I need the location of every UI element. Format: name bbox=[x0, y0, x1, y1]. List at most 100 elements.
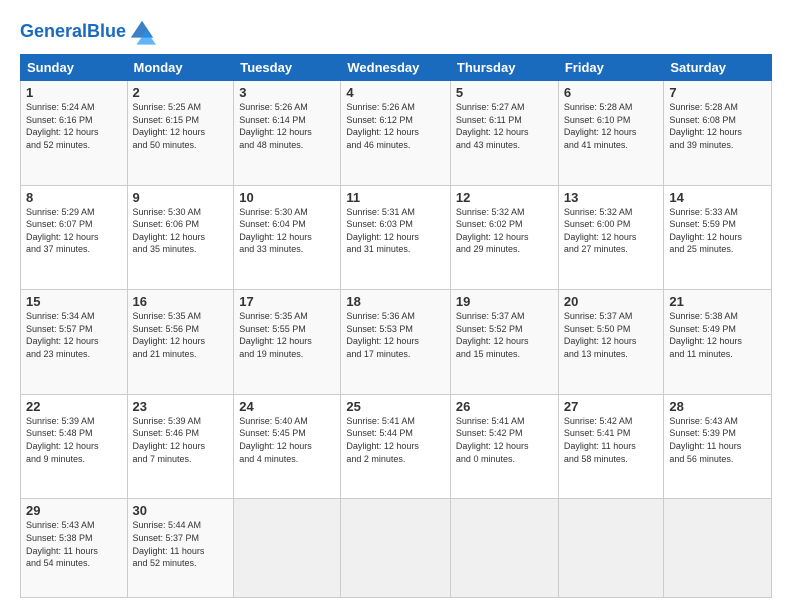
day-number: 26 bbox=[456, 399, 553, 414]
day-number: 14 bbox=[669, 190, 766, 205]
table-row: 2Sunrise: 5:25 AMSunset: 6:15 PMDaylight… bbox=[127, 81, 234, 186]
day-info: Sunrise: 5:36 AMSunset: 5:53 PMDaylight:… bbox=[346, 310, 445, 360]
day-info: Sunrise: 5:35 AMSunset: 5:55 PMDaylight:… bbox=[239, 310, 335, 360]
col-tuesday: Tuesday bbox=[234, 55, 341, 81]
day-number: 2 bbox=[133, 85, 229, 100]
day-number: 10 bbox=[239, 190, 335, 205]
day-info: Sunrise: 5:33 AMSunset: 5:59 PMDaylight:… bbox=[669, 206, 766, 256]
day-info: Sunrise: 5:32 AMSunset: 6:02 PMDaylight:… bbox=[456, 206, 553, 256]
day-info: Sunrise: 5:41 AMSunset: 5:42 PMDaylight:… bbox=[456, 415, 553, 465]
day-info: Sunrise: 5:41 AMSunset: 5:44 PMDaylight:… bbox=[346, 415, 445, 465]
logo-icon bbox=[128, 18, 156, 46]
calendar: Sunday Monday Tuesday Wednesday Thursday… bbox=[20, 54, 772, 598]
table-row bbox=[664, 499, 772, 598]
day-info: Sunrise: 5:40 AMSunset: 5:45 PMDaylight:… bbox=[239, 415, 335, 465]
calendar-week-1: 1Sunrise: 5:24 AMSunset: 6:16 PMDaylight… bbox=[21, 81, 772, 186]
table-row: 30Sunrise: 5:44 AMSunset: 5:37 PMDayligh… bbox=[127, 499, 234, 598]
calendar-table: Sunday Monday Tuesday Wednesday Thursday… bbox=[20, 54, 772, 598]
day-number: 7 bbox=[669, 85, 766, 100]
day-number: 27 bbox=[564, 399, 659, 414]
day-number: 15 bbox=[26, 294, 122, 309]
day-number: 9 bbox=[133, 190, 229, 205]
day-number: 20 bbox=[564, 294, 659, 309]
day-info: Sunrise: 5:35 AMSunset: 5:56 PMDaylight:… bbox=[133, 310, 229, 360]
table-row: 22Sunrise: 5:39 AMSunset: 5:48 PMDayligh… bbox=[21, 394, 128, 499]
day-info: Sunrise: 5:29 AMSunset: 6:07 PMDaylight:… bbox=[26, 206, 122, 256]
col-sunday: Sunday bbox=[21, 55, 128, 81]
day-info: Sunrise: 5:43 AMSunset: 5:39 PMDaylight:… bbox=[669, 415, 766, 465]
day-number: 6 bbox=[564, 85, 659, 100]
day-number: 22 bbox=[26, 399, 122, 414]
day-number: 1 bbox=[26, 85, 122, 100]
day-info: Sunrise: 5:30 AMSunset: 6:04 PMDaylight:… bbox=[239, 206, 335, 256]
day-info: Sunrise: 5:39 AMSunset: 5:46 PMDaylight:… bbox=[133, 415, 229, 465]
table-row: 27Sunrise: 5:42 AMSunset: 5:41 PMDayligh… bbox=[558, 394, 664, 499]
day-info: Sunrise: 5:37 AMSunset: 5:52 PMDaylight:… bbox=[456, 310, 553, 360]
day-number: 12 bbox=[456, 190, 553, 205]
col-friday: Friday bbox=[558, 55, 664, 81]
day-number: 28 bbox=[669, 399, 766, 414]
day-info: Sunrise: 5:26 AMSunset: 6:12 PMDaylight:… bbox=[346, 101, 445, 151]
calendar-week-2: 8Sunrise: 5:29 AMSunset: 6:07 PMDaylight… bbox=[21, 185, 772, 290]
table-row: 4Sunrise: 5:26 AMSunset: 6:12 PMDaylight… bbox=[341, 81, 451, 186]
table-row: 14Sunrise: 5:33 AMSunset: 5:59 PMDayligh… bbox=[664, 185, 772, 290]
day-number: 29 bbox=[26, 503, 122, 518]
day-info: Sunrise: 5:30 AMSunset: 6:06 PMDaylight:… bbox=[133, 206, 229, 256]
col-thursday: Thursday bbox=[450, 55, 558, 81]
day-info: Sunrise: 5:43 AMSunset: 5:38 PMDaylight:… bbox=[26, 519, 122, 569]
day-info: Sunrise: 5:44 AMSunset: 5:37 PMDaylight:… bbox=[133, 519, 229, 569]
table-row: 8Sunrise: 5:29 AMSunset: 6:07 PMDaylight… bbox=[21, 185, 128, 290]
day-number: 25 bbox=[346, 399, 445, 414]
table-row: 17Sunrise: 5:35 AMSunset: 5:55 PMDayligh… bbox=[234, 290, 341, 395]
logo-text: GeneralBlue bbox=[20, 22, 126, 42]
day-info: Sunrise: 5:38 AMSunset: 5:49 PMDaylight:… bbox=[669, 310, 766, 360]
table-row bbox=[341, 499, 451, 598]
table-row: 18Sunrise: 5:36 AMSunset: 5:53 PMDayligh… bbox=[341, 290, 451, 395]
page: GeneralBlue Sunday Monday Tuesday bbox=[0, 0, 792, 612]
table-row: 28Sunrise: 5:43 AMSunset: 5:39 PMDayligh… bbox=[664, 394, 772, 499]
day-number: 19 bbox=[456, 294, 553, 309]
day-number: 21 bbox=[669, 294, 766, 309]
table-row: 1Sunrise: 5:24 AMSunset: 6:16 PMDaylight… bbox=[21, 81, 128, 186]
day-number: 3 bbox=[239, 85, 335, 100]
day-number: 4 bbox=[346, 85, 445, 100]
col-wednesday: Wednesday bbox=[341, 55, 451, 81]
day-number: 17 bbox=[239, 294, 335, 309]
table-row: 24Sunrise: 5:40 AMSunset: 5:45 PMDayligh… bbox=[234, 394, 341, 499]
table-row: 12Sunrise: 5:32 AMSunset: 6:02 PMDayligh… bbox=[450, 185, 558, 290]
table-row: 25Sunrise: 5:41 AMSunset: 5:44 PMDayligh… bbox=[341, 394, 451, 499]
day-info: Sunrise: 5:31 AMSunset: 6:03 PMDaylight:… bbox=[346, 206, 445, 256]
day-info: Sunrise: 5:26 AMSunset: 6:14 PMDaylight:… bbox=[239, 101, 335, 151]
calendar-header-row: Sunday Monday Tuesday Wednesday Thursday… bbox=[21, 55, 772, 81]
day-number: 16 bbox=[133, 294, 229, 309]
table-row: 6Sunrise: 5:28 AMSunset: 6:10 PMDaylight… bbox=[558, 81, 664, 186]
table-row: 20Sunrise: 5:37 AMSunset: 5:50 PMDayligh… bbox=[558, 290, 664, 395]
calendar-week-3: 15Sunrise: 5:34 AMSunset: 5:57 PMDayligh… bbox=[21, 290, 772, 395]
day-info: Sunrise: 5:37 AMSunset: 5:50 PMDaylight:… bbox=[564, 310, 659, 360]
table-row: 29Sunrise: 5:43 AMSunset: 5:38 PMDayligh… bbox=[21, 499, 128, 598]
table-row: 5Sunrise: 5:27 AMSunset: 6:11 PMDaylight… bbox=[450, 81, 558, 186]
table-row: 13Sunrise: 5:32 AMSunset: 6:00 PMDayligh… bbox=[558, 185, 664, 290]
day-number: 8 bbox=[26, 190, 122, 205]
day-number: 11 bbox=[346, 190, 445, 205]
logo: GeneralBlue bbox=[20, 18, 156, 46]
day-number: 5 bbox=[456, 85, 553, 100]
calendar-week-5: 29Sunrise: 5:43 AMSunset: 5:38 PMDayligh… bbox=[21, 499, 772, 598]
day-info: Sunrise: 5:32 AMSunset: 6:00 PMDaylight:… bbox=[564, 206, 659, 256]
table-row bbox=[450, 499, 558, 598]
day-info: Sunrise: 5:27 AMSunset: 6:11 PMDaylight:… bbox=[456, 101, 553, 151]
table-row: 21Sunrise: 5:38 AMSunset: 5:49 PMDayligh… bbox=[664, 290, 772, 395]
day-info: Sunrise: 5:34 AMSunset: 5:57 PMDaylight:… bbox=[26, 310, 122, 360]
logo-general: General bbox=[20, 21, 87, 41]
table-row: 10Sunrise: 5:30 AMSunset: 6:04 PMDayligh… bbox=[234, 185, 341, 290]
table-row: 16Sunrise: 5:35 AMSunset: 5:56 PMDayligh… bbox=[127, 290, 234, 395]
day-info: Sunrise: 5:42 AMSunset: 5:41 PMDaylight:… bbox=[564, 415, 659, 465]
table-row: 11Sunrise: 5:31 AMSunset: 6:03 PMDayligh… bbox=[341, 185, 451, 290]
col-saturday: Saturday bbox=[664, 55, 772, 81]
table-row: 3Sunrise: 5:26 AMSunset: 6:14 PMDaylight… bbox=[234, 81, 341, 186]
day-number: 18 bbox=[346, 294, 445, 309]
day-number: 24 bbox=[239, 399, 335, 414]
day-number: 30 bbox=[133, 503, 229, 518]
table-row: 15Sunrise: 5:34 AMSunset: 5:57 PMDayligh… bbox=[21, 290, 128, 395]
header: GeneralBlue bbox=[20, 18, 772, 46]
